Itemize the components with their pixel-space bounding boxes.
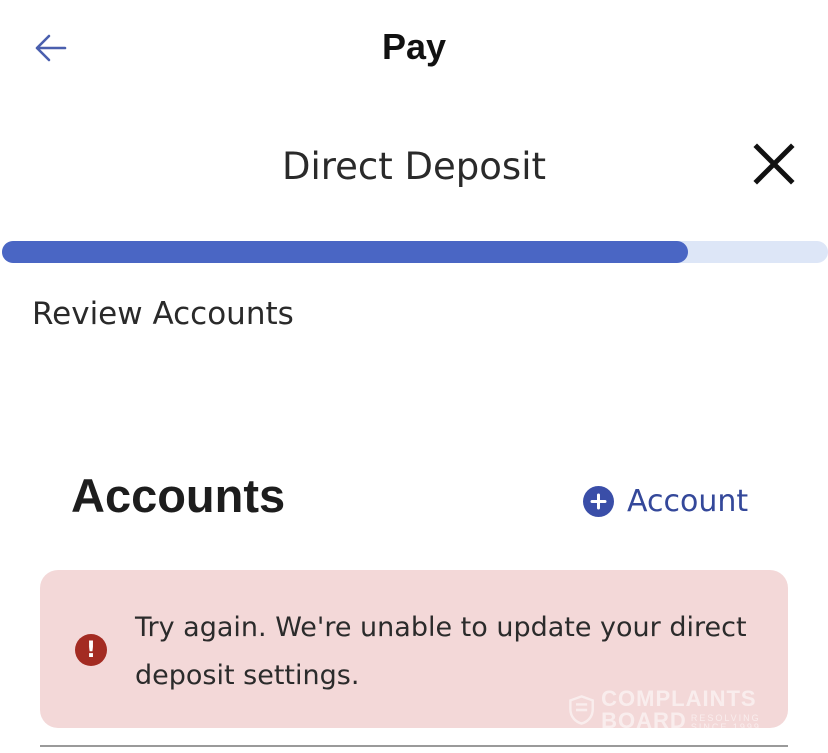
exclamation-circle-icon: ! <box>75 634 107 666</box>
watermark-line2: BOARD <box>601 708 687 733</box>
plus-circle-icon <box>583 486 614 517</box>
close-button[interactable] <box>748 138 800 190</box>
watermark-tagline: RESOLVING SINCE 1999 <box>690 713 761 732</box>
progress-fill <box>2 241 688 263</box>
shield-icon <box>569 695 594 725</box>
page-title: Direct Deposit <box>282 145 546 188</box>
accounts-heading: Accounts <box>71 469 286 522</box>
error-banner: ! Try again. We're unable to update your… <box>40 570 788 732</box>
close-icon <box>753 143 795 185</box>
watermark: COMPLAINTS BOARD RESOLVING SINCE 1999 <box>568 688 788 732</box>
divider <box>40 745 788 747</box>
add-account-button[interactable]: Account <box>583 484 748 519</box>
watermark-line1: COMPLAINTS <box>601 686 757 711</box>
progress-bar <box>2 241 828 263</box>
nav-title: Pay <box>381 26 447 67</box>
add-account-label: Account <box>627 484 749 519</box>
step-label: Review Accounts <box>32 296 294 332</box>
